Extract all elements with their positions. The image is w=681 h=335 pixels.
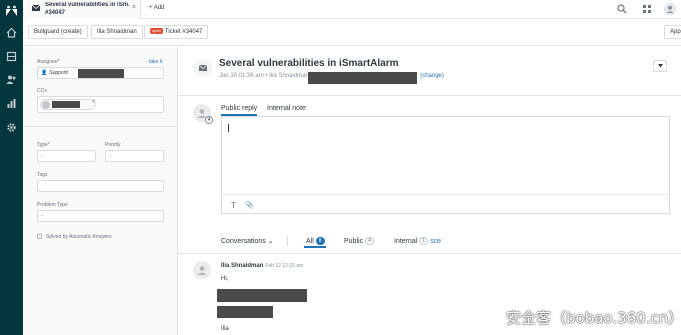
- comment-author-name: Ilia Shnaidman: [221, 263, 264, 269]
- assignee-label: Assignee*: [37, 59, 60, 65]
- tab-title: Several vulnerabilities in iSm...: [45, 2, 129, 8]
- filter-all-label: All: [306, 238, 314, 245]
- tab-public-reply[interactable]: Public reply: [221, 105, 258, 116]
- take-it-link[interactable]: take it: [149, 59, 162, 65]
- divider: [178, 253, 681, 254]
- text-caret: [228, 124, 229, 132]
- search-icon[interactable]: [617, 4, 627, 14]
- person-icon: 👤: [41, 70, 48, 76]
- ticket-date: Jan 30 01:36 am: [219, 73, 264, 79]
- top-bar: Several vulnerabilities in iSm... #34047…: [23, 0, 681, 19]
- ticket-properties-panel: Assignee* take it 👤 Support/ CCs × Type* …: [23, 47, 178, 335]
- ticket-main: Several vulnerabilities in iSmartAlarm J…: [178, 47, 681, 335]
- ticket-requester: Ilia Shnaidman: [269, 73, 309, 79]
- reporting-icon[interactable]: [6, 98, 17, 109]
- tags-input[interactable]: [37, 180, 164, 192]
- redacted-block: [78, 69, 124, 78]
- tab-internal-note[interactable]: Internal note: [267, 105, 306, 112]
- comment-author: Ilia Shnaidman Feb 12 12:23 am: [221, 263, 303, 269]
- solved-by-label: Solved by Automatic Answers: [46, 234, 112, 240]
- user-avatar-icon[interactable]: [664, 3, 676, 15]
- solved-by-checkbox[interactable]: [37, 234, 42, 239]
- comment-closing: Ilia: [221, 326, 229, 332]
- filter-all[interactable]: All 8: [306, 237, 325, 245]
- close-tab-icon[interactable]: ×: [132, 4, 136, 11]
- settings-gear-icon[interactable]: [6, 122, 17, 133]
- type-select[interactable]: -: [37, 150, 96, 162]
- problem-type-select[interactable]: -: [37, 210, 164, 222]
- comment-avatar: [193, 261, 211, 279]
- meta-bullet: •: [265, 73, 268, 79]
- mail-icon: [32, 5, 40, 11]
- divider: [178, 95, 681, 96]
- views-icon[interactable]: [6, 51, 17, 62]
- filter-internal-label: Internal: [394, 238, 418, 245]
- divider: [287, 236, 288, 246]
- add-tab-button[interactable]: + Add: [149, 5, 165, 11]
- change-requester-link[interactable]: (change): [420, 73, 444, 79]
- reply-editor[interactable]: T 📎: [221, 116, 670, 214]
- status-badge: open: [150, 28, 163, 34]
- filter-public[interactable]: Public 4: [344, 237, 374, 245]
- tab-ticket-number: #34047: [45, 10, 66, 16]
- divider: [23, 126, 178, 127]
- watermark-text: 安全客（bobao.360.cn）: [506, 309, 681, 327]
- conversations-dropdown[interactable]: Conversations ⌄: [221, 237, 274, 245]
- product-tray-icon[interactable]: [642, 4, 652, 14]
- ccs-label: CCs: [37, 88, 47, 94]
- nav-rail: [0, 0, 23, 335]
- breadcrumb-organization[interactable]: Bullguard (create): [28, 25, 88, 39]
- mail-icon: [199, 65, 207, 71]
- filter-public-label: Public: [344, 238, 364, 245]
- active-filter-underline: [304, 246, 326, 248]
- customers-icon[interactable]: [6, 74, 17, 85]
- redacted-block: [217, 306, 273, 318]
- avatar-badge: 4: [205, 116, 213, 124]
- attachment-icon[interactable]: 📎: [245, 201, 254, 209]
- tags-label: Tags: [37, 172, 48, 178]
- priority-select[interactable]: -: [105, 150, 164, 162]
- comment-timestamp: Feb 12 12:23 am: [265, 263, 304, 269]
- chevron-down-icon: [658, 64, 663, 68]
- priority-label: Priority: [105, 142, 121, 148]
- zendesk-logo-icon[interactable]: [5, 5, 18, 18]
- ticket-options-button[interactable]: [653, 60, 667, 72]
- filter-internal-extra: sce: [430, 238, 441, 245]
- problem-type-label: Problem Type: [37, 202, 68, 208]
- breadcrumb: Bullguard (create) Ilia Shnaidman open Ti…: [23, 19, 681, 46]
- redacted-block: [52, 101, 80, 108]
- assignee-value: Support/: [49, 70, 69, 76]
- filter-internal-count: 1: [419, 237, 429, 245]
- redacted-block: [217, 289, 307, 302]
- filter-internal[interactable]: Internal 1 sce: [394, 237, 441, 245]
- editor-toolbar-divider: [222, 194, 669, 195]
- breadcrumb-ticket[interactable]: open Ticket #34047: [144, 25, 209, 39]
- comment-greeting: Hi,: [221, 276, 229, 282]
- breadcrumb-requester[interactable]: Ilia Shnaidman: [91, 25, 143, 39]
- redacted-block: [308, 72, 417, 84]
- breadcrumb-ticket-label: Ticket #34047: [164, 29, 203, 35]
- type-label: Type*: [37, 142, 50, 148]
- home-icon[interactable]: [6, 27, 17, 38]
- text-format-icon[interactable]: T: [231, 201, 236, 210]
- ticket-subject: Several vulnerabilities in iSmartAlarm: [219, 58, 399, 69]
- channel-icon-wrap: [194, 59, 212, 77]
- filter-all-count: 8: [315, 237, 325, 245]
- cc-avatar: [42, 101, 50, 109]
- ticket-tab[interactable]: Several vulnerabilities in iSm... #34047…: [26, 0, 141, 19]
- filter-public-count: 4: [365, 237, 374, 245]
- user-icon: [197, 266, 207, 275]
- apps-button[interactable]: Apps: [664, 25, 681, 39]
- cc-remove-icon[interactable]: ×: [92, 99, 96, 105]
